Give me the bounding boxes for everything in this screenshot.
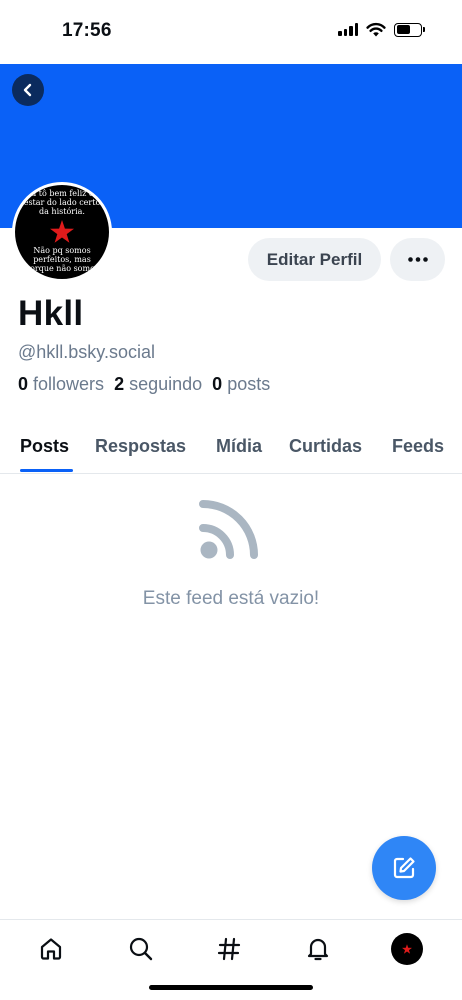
wifi-icon (366, 22, 386, 37)
battery-icon (394, 22, 425, 37)
cellular-signal-icon (338, 23, 358, 36)
search-icon (129, 937, 153, 961)
avatar-text-bottom: Não pq somos perfeitos, mas porque não s… (24, 246, 100, 273)
red-star-icon (402, 944, 412, 954)
home-icon (40, 938, 62, 960)
status-bar: 17:56 (0, 0, 462, 64)
display-name: Hkll (18, 294, 84, 333)
nav-profile[interactable] (390, 932, 424, 966)
compose-icon (393, 857, 415, 879)
tab-respostas[interactable]: Respostas (95, 436, 186, 457)
tab-midia[interactable]: Mídia (216, 436, 262, 457)
rss-icon (199, 500, 258, 559)
nav-profile-avatar (391, 933, 423, 965)
empty-feed-message: Este feed está vazio! (142, 588, 320, 609)
tab-feeds[interactable]: Feeds (392, 436, 444, 457)
red-star-icon (50, 219, 74, 243)
tab-posts[interactable]: Posts (20, 436, 69, 457)
posts-stat: 0 posts (212, 374, 271, 394)
hashtag-icon (217, 937, 241, 961)
profile-avatar[interactable]: Eu tô bem feliz de estar do lado certo d… (12, 182, 112, 282)
bell-icon (307, 938, 329, 961)
nav-notifications[interactable] (301, 932, 335, 966)
profile-stats: 0 followers 2 seguindo 0 posts (18, 374, 270, 395)
home-indicator (149, 985, 313, 990)
avatar-text-top: Eu tô bem feliz de estar do lado certo d… (23, 189, 101, 216)
edit-profile-button[interactable]: Editar Perfil (248, 238, 381, 281)
chevron-left-icon (23, 83, 32, 97)
status-icons (338, 22, 425, 37)
more-horizontal-icon (407, 257, 428, 262)
nav-feeds[interactable] (212, 932, 246, 966)
status-time: 17:56 (62, 20, 112, 41)
back-button[interactable] (12, 74, 44, 106)
profile-handle: @hkll.bsky.social (18, 342, 155, 362)
more-options-button[interactable] (390, 238, 445, 281)
nav-home[interactable] (34, 932, 68, 966)
active-tab-indicator (20, 469, 73, 472)
profile-tabs: Posts Respostas Mídia Curtidas Feeds (0, 428, 462, 474)
compose-post-button[interactable] (372, 836, 436, 900)
nav-search[interactable] (124, 932, 158, 966)
tab-curtidas[interactable]: Curtidas (289, 436, 362, 457)
following-stat[interactable]: 2 seguindo (114, 374, 202, 395)
followers-stat[interactable]: 0 followers (18, 374, 104, 395)
